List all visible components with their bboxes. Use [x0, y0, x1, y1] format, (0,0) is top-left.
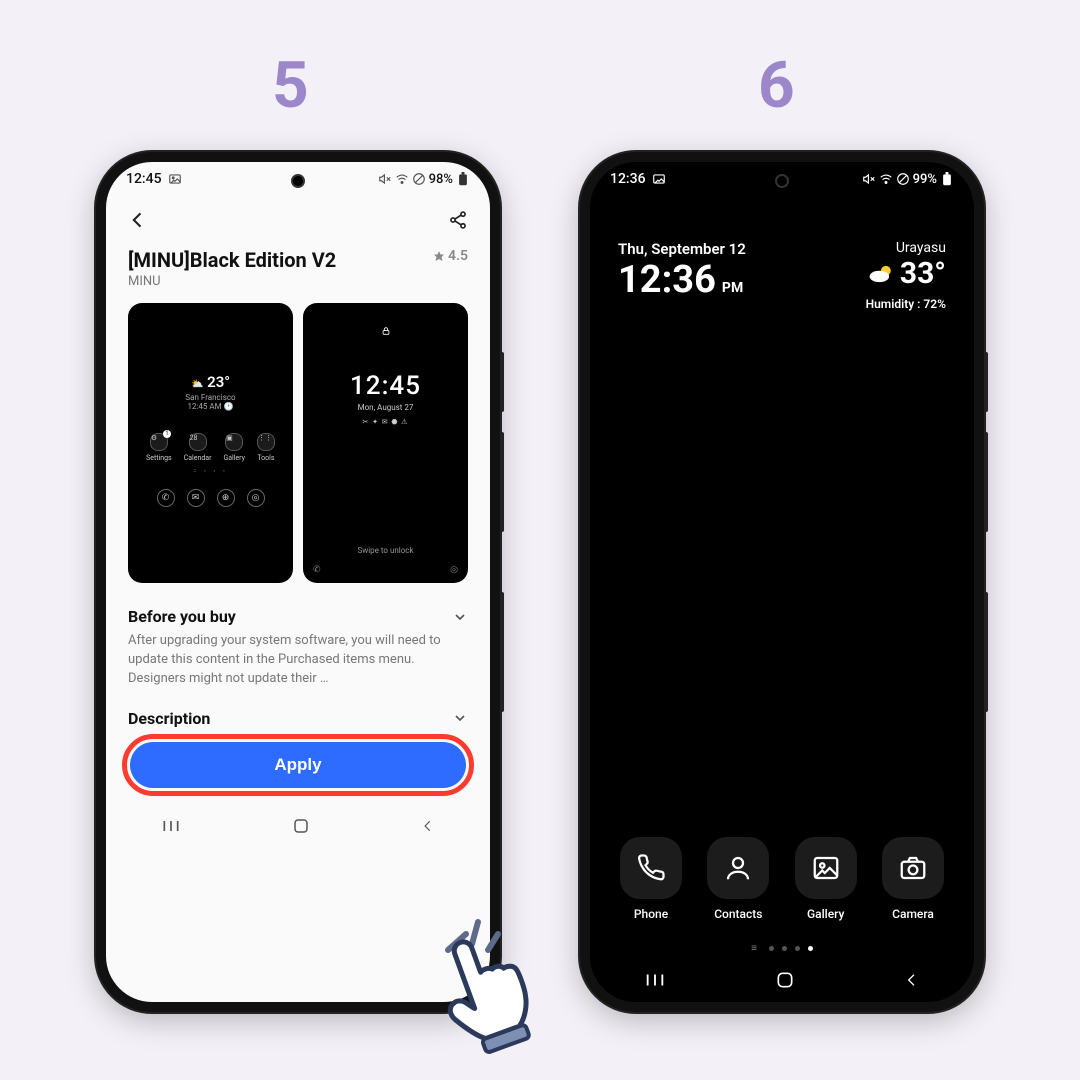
android-navbar[interactable] [590, 958, 974, 1002]
lock-icon [381, 325, 391, 337]
home-button[interactable] [292, 817, 310, 835]
back-button[interactable] [128, 210, 148, 230]
camera-icon [898, 853, 928, 883]
camera-punch-hole [775, 174, 789, 188]
step-number-5: 5 [272, 48, 309, 123]
image-icon [168, 172, 182, 186]
mute-icon [378, 172, 392, 186]
battery-icon [456, 172, 470, 186]
star-icon [433, 250, 445, 262]
swipe-hint: Swipe to unlock [357, 546, 413, 555]
step-number-6: 6 [758, 48, 795, 123]
share-button[interactable] [448, 210, 468, 230]
clock-weather-widget[interactable]: Thu, September 12 12:36PM Urayasu 33° Hu… [590, 196, 974, 311]
status-bar: 12:36 99% [590, 162, 974, 196]
description-toggle[interactable]: Description [106, 695, 490, 728]
apply-button[interactable]: Apply [130, 742, 466, 788]
widget-location: Urayasu [866, 240, 946, 256]
recents-button[interactable] [161, 818, 181, 834]
preview-location: San Francisco [185, 393, 235, 402]
android-navbar[interactable] [106, 804, 490, 848]
preview-lock[interactable]: 12:45 Mon, August 27 ✂ ✦ ✉ ⬣ ⚠ Swipe to … [303, 303, 468, 583]
theme-title: [MINU]Black Edition V2 [128, 248, 336, 272]
preview-temp: 23° [207, 373, 230, 391]
app-label: Gallery [807, 907, 844, 921]
wifi-icon [879, 172, 893, 186]
app-label: Camera [892, 907, 934, 921]
gallery-icon [811, 853, 841, 883]
app-phone[interactable]: Phone [620, 837, 682, 921]
theme-rating[interactable]: 4.5 [433, 248, 468, 264]
camera-shortcut-icon: ◎ [450, 565, 458, 575]
no-signal-icon [412, 172, 426, 186]
widget-time: 12:36PM [618, 258, 746, 302]
app-gallery[interactable]: Gallery [795, 837, 857, 921]
app-label: Phone [634, 907, 668, 921]
phone-mockup-5: 12:45 98% [MINU]Black Edition V2 4.5 [96, 152, 500, 1012]
highlight-ring: Apply [122, 734, 474, 796]
apps-indicator-icon: ≡ [751, 943, 757, 954]
weather-icon [868, 263, 894, 285]
battery-text: 98% [429, 172, 453, 187]
contacts-icon [723, 853, 753, 883]
mute-icon [862, 172, 876, 186]
chevron-down-icon [452, 609, 468, 625]
before-you-buy-title: Before you buy [128, 607, 236, 626]
wifi-icon [395, 172, 409, 186]
status-time: 12:45 [126, 171, 162, 187]
nav-back-button[interactable] [904, 970, 920, 990]
phone-icon [636, 853, 666, 883]
nav-back-button[interactable] [421, 817, 435, 835]
page-indicator[interactable]: ≡ [590, 935, 974, 958]
battery-icon [940, 172, 954, 186]
widget-date: Thu, September 12 [618, 240, 746, 258]
preview-lock-date: Mon, August 27 [358, 403, 414, 412]
app-label: Contacts [714, 907, 762, 921]
before-you-buy-toggle[interactable]: Before you buy [106, 593, 490, 628]
app-camera[interactable]: Camera [882, 837, 944, 921]
call-shortcut-icon: ✆ [313, 565, 321, 575]
widget-humidity: Humidity : 72% [866, 297, 946, 311]
theme-author[interactable]: MINU [106, 272, 490, 299]
status-bar: 12:45 98% [106, 162, 490, 196]
preview-subtime: 12:45 AM [187, 402, 221, 411]
no-signal-icon [896, 172, 910, 186]
home-button[interactable] [775, 970, 795, 990]
app-contacts[interactable]: Contacts [707, 837, 769, 921]
phone-mockup-6: 12:36 99% Thu, September 12 12:36PM [580, 152, 984, 1012]
chevron-down-icon [452, 710, 468, 726]
before-you-buy-body: After upgrading your system software, yo… [106, 628, 490, 695]
theme-previews[interactable]: ⛅ 23° San Francisco 12:45 AM 🕐 ⚙1Setting… [106, 299, 490, 593]
battery-text: 99% [913, 172, 937, 187]
home-dock: Phone Contacts Gallery Camera [590, 837, 974, 935]
widget-temperature: 33° [866, 256, 946, 291]
preview-lock-time: 12:45 [350, 371, 421, 401]
image-icon [652, 172, 666, 186]
description-title: Description [128, 709, 210, 728]
status-time: 12:36 [610, 171, 646, 187]
recents-button[interactable] [644, 972, 666, 988]
preview-home[interactable]: ⛅ 23° San Francisco 12:45 AM 🕐 ⚙1Setting… [128, 303, 293, 583]
camera-punch-hole [291, 174, 305, 188]
